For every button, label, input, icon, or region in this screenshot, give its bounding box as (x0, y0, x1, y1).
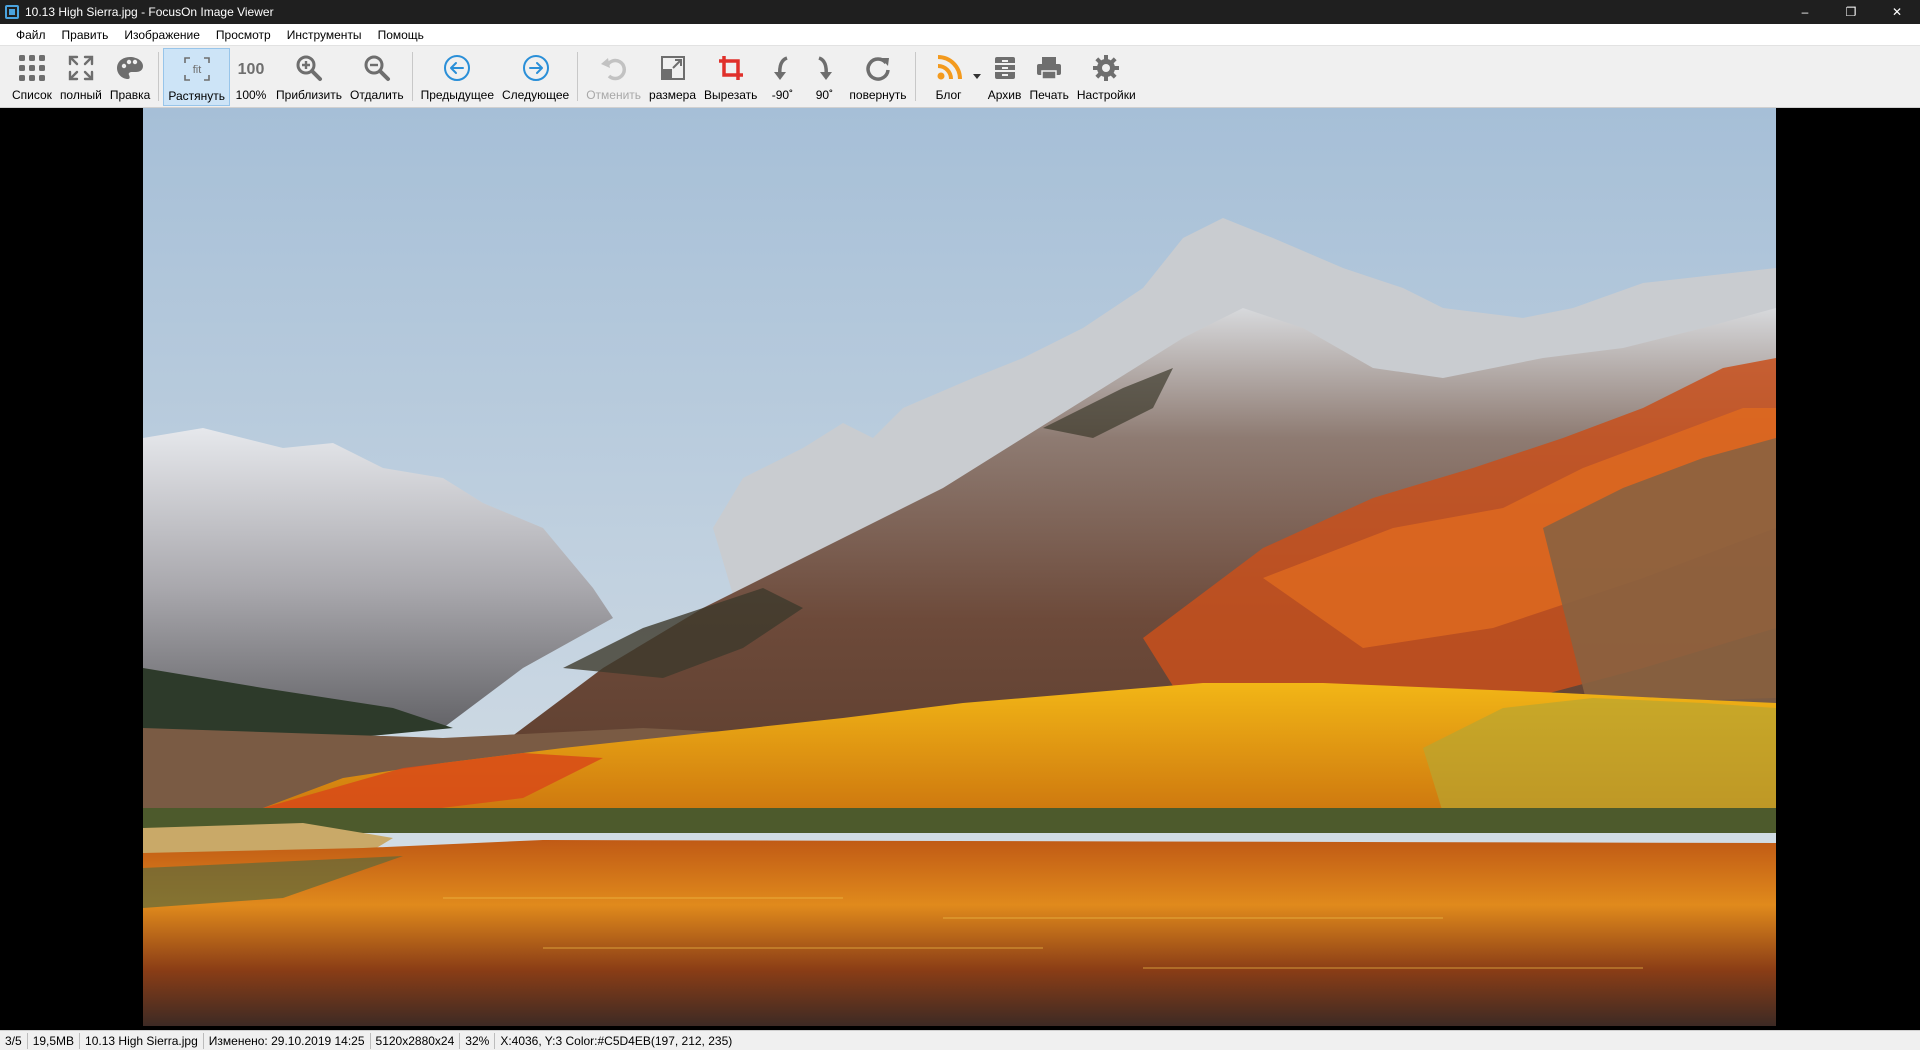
edit-button[interactable]: Правка (106, 48, 155, 106)
list-label: Список (12, 88, 52, 102)
status-filename: 10.13 High Sierra.jpg (80, 1032, 204, 1049)
print-button[interactable]: Печать (1026, 48, 1073, 106)
fullscreen-button[interactable]: полный (56, 48, 106, 106)
blog-dropdown-arrow[interactable] (970, 46, 984, 107)
title-bar: 10.13 High Sierra.jpg - FocusOn Image Vi… (0, 0, 1920, 24)
rotate-right-button[interactable]: 90˚ (803, 48, 845, 106)
menu-help[interactable]: Помощь (370, 24, 432, 46)
resize-icon (656, 52, 690, 84)
menu-view[interactable]: Просмотр (208, 24, 279, 46)
rotate-icon (861, 52, 895, 84)
image-viewport[interactable] (0, 108, 1920, 1026)
rotate-left-icon (765, 52, 799, 84)
minimize-button[interactable]: – (1782, 0, 1828, 24)
arrow-right-circle-icon (519, 52, 553, 84)
previous-label: Предыдущее (420, 88, 495, 102)
rotate-label: повернуть (849, 88, 907, 102)
status-zoom: 32% (460, 1032, 496, 1049)
crop-icon (714, 52, 748, 84)
toolbar: Список полный Правка fit Растянуть 100 1… (0, 46, 1920, 108)
actual-size-icon-text: 100 (238, 61, 265, 78)
photo (143, 108, 1776, 1026)
toolbar-separator (577, 52, 579, 101)
toolbar-separator (411, 52, 413, 101)
status-image-index: 3/5 (0, 1032, 28, 1049)
menu-tools[interactable]: Инструменты (279, 24, 370, 46)
undo-label: Отменить (586, 88, 642, 102)
fullscreen-label: полный (59, 88, 102, 102)
undo-button[interactable]: Отменить (582, 48, 645, 106)
next-button[interactable]: Следующее (498, 48, 573, 106)
rotate-left-button[interactable]: -90˚ (761, 48, 803, 106)
palette-icon (113, 52, 147, 84)
zoom-out-label: Отдалить (350, 88, 404, 102)
actual-size-label: 100% (235, 88, 267, 102)
status-pixel-info: X:4036, Y:3 Color:#C5D4EB(197, 212, 235) (500, 1033, 733, 1048)
menu-file[interactable]: Файл (8, 24, 54, 46)
settings-label: Настройки (1076, 88, 1136, 102)
menu-image[interactable]: Изображение (116, 24, 208, 46)
menu-edit[interactable]: Править (54, 24, 117, 46)
arrow-left-circle-icon (440, 52, 474, 84)
undo-icon (597, 52, 631, 84)
grid-icon (15, 52, 49, 84)
rotate-right-label: 90˚ (815, 88, 834, 102)
rotate-left-label: -90˚ (771, 88, 794, 102)
actual-size-icon: 100 (234, 52, 268, 84)
list-button[interactable]: Список (8, 48, 56, 106)
status-dimensions: 5120x2880x24 (371, 1032, 461, 1049)
fullscreen-icon (64, 52, 98, 84)
zoom-out-button[interactable]: Отдалить (346, 48, 408, 106)
rss-icon (932, 52, 966, 84)
previous-button[interactable]: Предыдущее (417, 48, 498, 106)
restore-button[interactable]: ❐ (1828, 0, 1874, 24)
archive-button[interactable]: Архив (984, 48, 1026, 106)
settings-button[interactable]: Настройки (1073, 48, 1140, 106)
blog-label: Блог (935, 88, 962, 102)
fit-icon-text: fit (192, 64, 201, 76)
status-modified: Изменено: 29.10.2019 14:25 (204, 1032, 371, 1049)
status-file-size: 19,5MB (28, 1032, 81, 1049)
actual-size-button[interactable]: 100 100% (230, 48, 272, 106)
crop-button[interactable]: Вырезать (700, 48, 761, 106)
rotate-button[interactable]: повернуть (845, 48, 910, 106)
status-bar: 3/5 19,5MB 10.13 High Sierra.jpg Изменен… (0, 1030, 1920, 1050)
next-label: Следующее (502, 88, 570, 102)
fit-label: Растянуть (168, 89, 226, 103)
close-button[interactable]: ✕ (1874, 0, 1920, 24)
gear-icon (1089, 52, 1123, 84)
edit-label: Правка (109, 88, 151, 102)
toolbar-separator (158, 52, 160, 101)
menu-bar: Файл Править Изображение Просмотр Инстру… (0, 24, 1920, 46)
toolbar-separator (914, 52, 916, 101)
rotate-right-icon (807, 52, 841, 84)
fit-button[interactable]: fit Растянуть (163, 48, 231, 106)
resize-label: размера (649, 88, 697, 102)
window-controls: – ❐ ✕ (1782, 0, 1920, 24)
archive-label: Архив (987, 88, 1022, 102)
zoom-in-button[interactable]: Приблизить (272, 48, 346, 106)
zoom-in-label: Приблизить (276, 88, 343, 102)
fit-icon: fit (180, 53, 214, 85)
zoom-out-icon (360, 52, 394, 84)
printer-icon (1032, 52, 1066, 84)
landscape-photo (143, 108, 1776, 1026)
print-label: Печать (1029, 88, 1069, 102)
archive-icon (988, 52, 1022, 84)
blog-button[interactable]: Блог (928, 48, 970, 106)
crop-label: Вырезать (704, 88, 758, 102)
chevron-down-icon (972, 74, 981, 79)
resize-button[interactable]: размера (645, 48, 700, 106)
app-icon (5, 5, 19, 19)
window-title: 10.13 High Sierra.jpg - FocusOn Image Vi… (25, 5, 274, 19)
zoom-in-icon (292, 52, 326, 84)
